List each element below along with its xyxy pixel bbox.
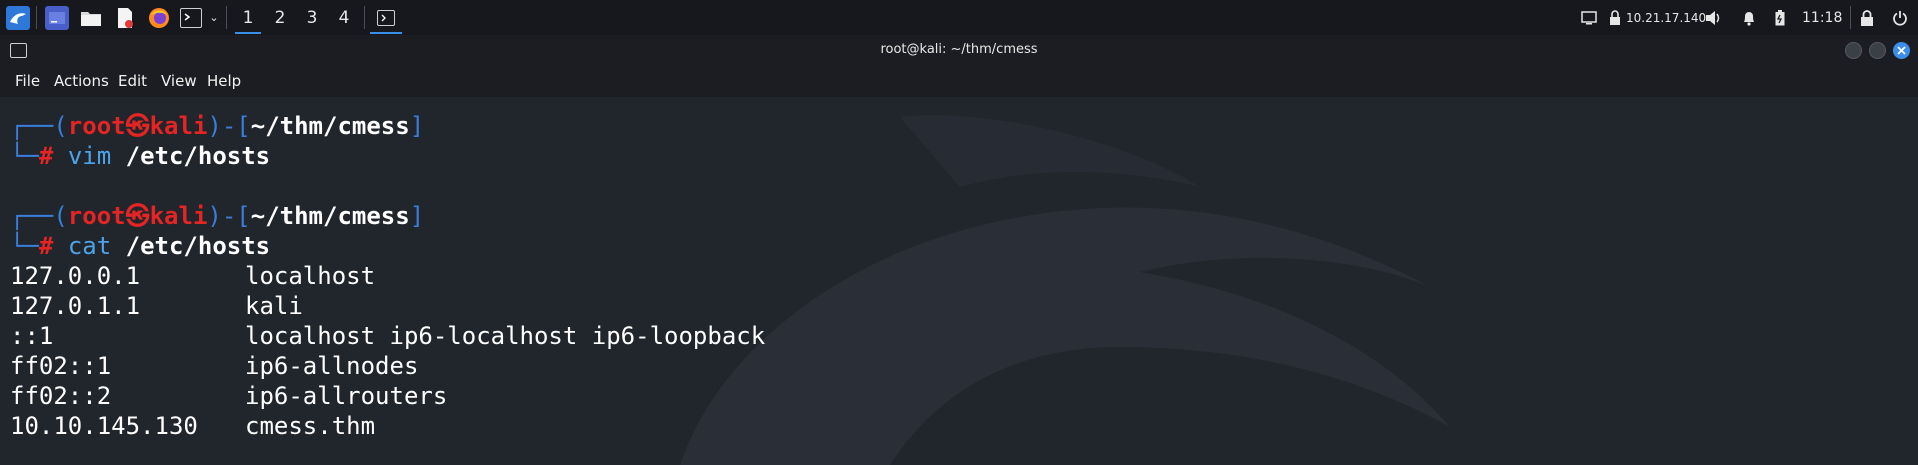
vpn-ip: 10.21.17.140 (1626, 10, 1707, 25)
prompt-line: ┌──(root㉿kali)-[~/thm/cmess] (10, 202, 425, 230)
menu-actions[interactable]: Actions (54, 65, 109, 97)
separator (364, 6, 365, 29)
host-ip: 127.0.0.1 (10, 262, 141, 290)
launcher-dropdown[interactable]: ⌄ (206, 0, 222, 35)
hosts-line: ::1 localhost ip6-localhost ip6-loopback (10, 321, 910, 351)
host-ip: 127.0.1.1 (10, 292, 141, 320)
menu-edit[interactable]: Edit (118, 65, 147, 97)
monitor-button[interactable] (1578, 0, 1600, 35)
text-editor-icon (113, 6, 137, 30)
close-button[interactable] (1893, 42, 1910, 59)
command: cat (67, 232, 112, 260)
power-button[interactable] (1892, 0, 1908, 35)
volume-button[interactable] (1705, 0, 1723, 35)
host-names: ip6-allnodes (245, 352, 419, 380)
firefox-button[interactable] (146, 0, 172, 35)
separator (36, 6, 37, 29)
monitor-icon (1581, 10, 1597, 24)
workspace-3[interactable]: 3 (297, 0, 327, 35)
minimize-button[interactable] (1845, 42, 1862, 59)
workspace-4[interactable]: 4 (329, 0, 359, 35)
host-names: localhost ip6-localhost ip6-loopback (245, 322, 766, 350)
battery-button[interactable] (1775, 0, 1785, 35)
host-names: kali (245, 292, 303, 320)
terminal-task-button[interactable] (368, 0, 404, 35)
volume-icon (1706, 10, 1720, 25)
kali-menu-button[interactable] (3, 0, 33, 35)
hosts-line: 10.10.145.130 cmess.thm (10, 411, 910, 441)
taskbar: ⌄ 1 2 3 4 10.21.17.140 11:18 (0, 0, 1918, 35)
chevron-down-icon: ⌄ (209, 11, 219, 24)
vpn-lock-icon (1610, 9, 1620, 25)
separator (226, 6, 227, 29)
file-manager-button[interactable] (78, 0, 104, 35)
vpn-status[interactable]: 10.21.17.140 (1608, 0, 1706, 35)
prompt-path: ~/thm/cmess (250, 202, 410, 230)
terminal-icon (180, 7, 202, 28)
window-title: root@kali: ~/thm/cmess (880, 42, 1038, 57)
file-manager-icon (79, 6, 103, 30)
prompt-line: ┌──(root㉿kali)-[~/thm/cmess] (10, 112, 425, 140)
battery-icon (1775, 9, 1785, 25)
hosts-line: 127.0.1.1 kali (10, 291, 910, 321)
command-line: └─# cat /etc/hosts (10, 232, 271, 260)
prompt-host: kali (149, 202, 208, 230)
clock[interactable]: 11:18 (1802, 0, 1842, 35)
show-desktop-button[interactable] (44, 0, 70, 35)
host-names: ip6-allrouters (245, 382, 448, 410)
host-ip: ff02::1 (10, 352, 112, 380)
host-ip: 10.10.145.130 (10, 412, 198, 440)
hosts-line: 127.0.0.1 localhost (10, 261, 910, 291)
menubar: File Actions Edit View Help (0, 65, 1918, 97)
host-ip: ::1 (10, 322, 54, 350)
lock-icon (1861, 9, 1873, 26)
close-icon (1897, 46, 1906, 55)
hosts-line: ff02::2 ip6-allrouters (10, 381, 910, 411)
workspace-1[interactable]: 1 (233, 0, 263, 35)
workspace-2[interactable]: 2 (265, 0, 295, 35)
host-names: localhost (245, 262, 376, 290)
menu-file[interactable]: File (15, 65, 40, 97)
show-desktop-icon (45, 5, 69, 30)
notification-bell-icon (1744, 11, 1754, 26)
host-names: cmess.thm (245, 412, 376, 440)
terminal-output[interactable]: ┌──(root㉿kali)-[~/thm/cmess] └─# vim /et… (0, 97, 1918, 465)
command-arg: /etc/hosts (125, 142, 271, 170)
command: vim (67, 142, 112, 170)
text-editor-button[interactable] (112, 0, 138, 35)
prompt-user: root (67, 202, 126, 230)
power-icon (1893, 10, 1907, 26)
firefox-icon (147, 6, 171, 30)
maximize-button[interactable] (1869, 42, 1886, 59)
prompt-path: ~/thm/cmess (250, 112, 410, 140)
terminal-window: root@kali: ~/thm/cmess File Actions Edit… (0, 35, 1918, 465)
lock-screen-button[interactable] (1860, 0, 1874, 35)
kali-menu-icon (6, 5, 30, 30)
menu-view[interactable]: View (161, 65, 197, 97)
host-ip: ff02::2 (10, 382, 112, 410)
terminal-launcher-button[interactable] (178, 0, 204, 35)
terminal-task-icon (377, 9, 395, 26)
menu-help[interactable]: Help (207, 65, 241, 97)
hosts-line: ff02::1 ip6-allnodes (10, 351, 910, 381)
separator (1850, 6, 1851, 29)
command-arg: /etc/hosts (125, 232, 271, 260)
command-line: └─# vim /etc/hosts (10, 142, 271, 170)
prompt-host: kali (149, 112, 208, 140)
titlebar[interactable]: root@kali: ~/thm/cmess (0, 35, 1918, 65)
notifications-button[interactable] (1742, 0, 1756, 35)
prompt-user: root (67, 112, 126, 140)
